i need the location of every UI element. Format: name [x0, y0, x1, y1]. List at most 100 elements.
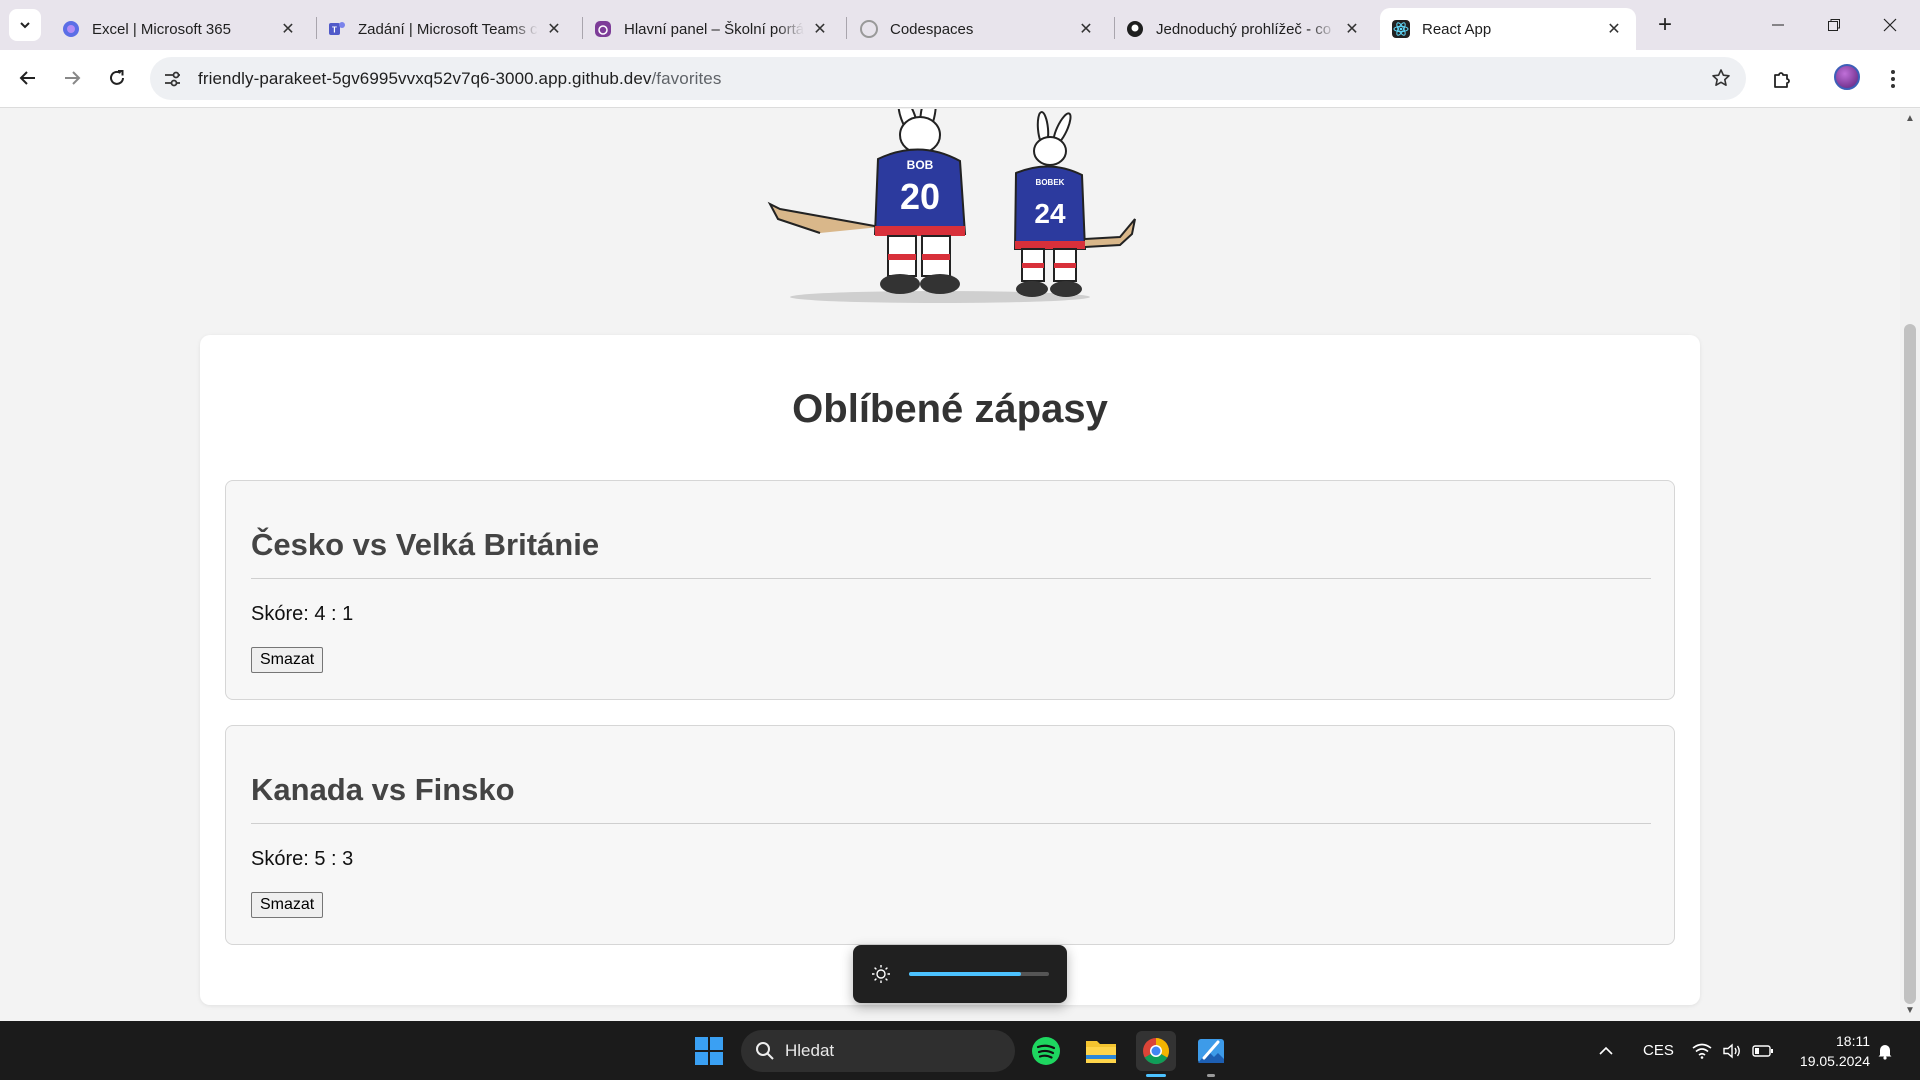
brightness-flyout [853, 945, 1067, 1003]
minimize-button[interactable] [1750, 0, 1806, 50]
running-app-indicator [1207, 1074, 1215, 1077]
volume-icon [1723, 1042, 1740, 1059]
tab-title: Codespaces [890, 20, 974, 38]
clock-time: 18:11 [1836, 1033, 1870, 1049]
divider [251, 578, 1651, 579]
delete-button[interactable]: Smazat [251, 892, 324, 918]
arrow-left-icon [19, 71, 35, 85]
notifications-button[interactable] [1876, 1021, 1894, 1080]
taskbar-clock[interactable]: 18:11 19.05.2024 [1790, 1031, 1870, 1071]
image-editor-icon [1198, 1039, 1224, 1063]
url-text: friendly-parakeet-5gv6995vvxq52v7q6-3000… [198, 69, 721, 89]
moodle-icon [594, 20, 612, 38]
page-viewport: BOB 20 BOBEK 24 Oblíbené zápasy Česko vs… [0, 109, 1900, 1021]
tab-codespaces[interactable]: Codespaces ✕ [848, 8, 1108, 50]
chrome-icon [1143, 1038, 1170, 1065]
react-icon [1392, 20, 1410, 38]
wifi-icon [1692, 1043, 1712, 1059]
tab-simple-browser[interactable]: Jednoduchý prohlížeč - co ✕ [1114, 8, 1374, 50]
paint-taskbar-button[interactable] [1191, 1031, 1231, 1071]
address-bar[interactable]: friendly-parakeet-5gv6995vvxq52v7q6-3000… [150, 57, 1746, 100]
search-placeholder: Hledat [785, 1041, 835, 1060]
close-icon[interactable]: ✕ [544, 19, 564, 39]
tab-strip: Excel | Microsoft 365 ✕ T Zadání | Micro… [0, 0, 1920, 50]
bell-icon [1878, 1044, 1892, 1060]
tab-react-app[interactable]: React App ✕ [1380, 8, 1636, 50]
active-app-indicator [1146, 1074, 1166, 1077]
close-icon[interactable]: ✕ [810, 19, 830, 39]
restore-button[interactable] [1806, 0, 1862, 50]
tab-title: Zadání | Microsoft Teams c [358, 20, 538, 38]
page-scrollbar[interactable]: ▲ ▼ [1900, 109, 1920, 1021]
windows-taskbar: Hledat CES 18:11 19.05.2024 [0, 1021, 1920, 1080]
windows-logo-icon [695, 1037, 723, 1065]
new-tab-button[interactable]: + [1650, 10, 1680, 40]
chrome-taskbar-button[interactable] [1136, 1031, 1176, 1071]
match-item: Kanada vs Finsko Skóre: 5 : 3 Smazat [225, 725, 1675, 945]
taskbar-search[interactable]: Hledat [741, 1030, 1015, 1072]
match-name: Kanada vs Finsko [251, 772, 515, 807]
scroll-thumb[interactable] [1904, 324, 1916, 1004]
search-icon [756, 1042, 774, 1060]
tab-excel[interactable]: Excel | Microsoft 365 ✕ [50, 8, 310, 50]
match-name: Česko vs Velká Británie [251, 527, 600, 562]
match-score: Skóre: 4 : 1 [251, 603, 354, 625]
close-icon[interactable]: ✕ [278, 19, 298, 39]
menu-kebab-icon[interactable] [1880, 64, 1906, 94]
quick-settings-button[interactable] [1692, 1021, 1774, 1080]
teams-icon: T [328, 20, 346, 38]
delete-button[interactable]: Smazat [251, 647, 324, 673]
bookmark-star-icon[interactable] [1708, 65, 1734, 91]
puzzle-icon [1774, 72, 1790, 88]
restore-icon [1828, 19, 1840, 31]
divider [251, 823, 1651, 824]
start-button[interactable] [689, 1031, 729, 1071]
page-title: Oblíbené zápasy [792, 387, 1108, 431]
brightness-sun-icon [872, 965, 890, 983]
favorites-card: Oblíbené zápasy Česko vs Velká Británie … [200, 335, 1700, 1005]
scroll-up-arrow-icon[interactable]: ▲ [1904, 113, 1916, 125]
file-explorer-taskbar-button[interactable] [1081, 1031, 1121, 1071]
reload-icon [110, 70, 124, 85]
tab-title: Excel | Microsoft 365 [92, 20, 231, 38]
reload-button[interactable] [99, 60, 135, 96]
tab-title: Hlavní panel – Školní portá [624, 20, 804, 38]
jersey-number-bobek: 24 [1034, 198, 1066, 229]
jersey-name-bobek: BOBEK [1036, 178, 1065, 187]
close-icon[interactable]: ✕ [1342, 19, 1362, 39]
minimize-icon [1772, 24, 1784, 26]
input-language-indicator[interactable]: CES [1643, 1021, 1674, 1080]
tab-teams[interactable]: T Zadání | Microsoft Teams c ✕ [316, 8, 576, 50]
back-button[interactable] [10, 60, 46, 96]
close-icon[interactable]: ✕ [1076, 19, 1096, 39]
tab-search-button[interactable] [9, 9, 41, 41]
extensions-button[interactable] [1766, 63, 1798, 95]
svg-text:T: T [332, 26, 337, 35]
github-icon [1126, 20, 1144, 38]
url-path: /favorites [651, 68, 722, 88]
copilot-icon [62, 20, 80, 38]
tab-title: Jednoduchý prohlížeč - co [1156, 20, 1332, 38]
brightness-slider[interactable] [909, 972, 1049, 976]
tab-title: React App [1422, 20, 1492, 38]
scroll-down-arrow-icon[interactable]: ▼ [1904, 1005, 1916, 1017]
bob-bobek-mascot-image: BOB 20 BOBEK 24 [767, 109, 1136, 303]
arrow-right-icon [65, 71, 81, 85]
forward-button[interactable] [54, 60, 90, 96]
jersey-name-bob: BOB [907, 158, 934, 172]
close-window-button[interactable] [1862, 0, 1918, 50]
folder-icon [1086, 1041, 1116, 1063]
show-hidden-icons-button[interactable] [1598, 1021, 1614, 1080]
battery-icon [1752, 1044, 1773, 1057]
browser-toolbar: friendly-parakeet-5gv6995vvxq52v7q6-3000… [0, 50, 1920, 108]
match-score: Skóre: 5 : 3 [251, 848, 354, 870]
profile-avatar[interactable] [1834, 64, 1860, 90]
spotify-taskbar-button[interactable] [1026, 1031, 1066, 1071]
match-item: Česko vs Velká Británie Skóre: 4 : 1 Sma… [225, 480, 1675, 700]
close-icon [1883, 18, 1897, 32]
site-info-icon[interactable] [152, 59, 192, 99]
chevron-up-icon [1599, 1046, 1613, 1055]
close-icon[interactable]: ✕ [1604, 19, 1624, 39]
tab-school-portal[interactable]: Hlavní panel – Školní portá ✕ [582, 8, 842, 50]
github-icon [860, 20, 878, 38]
